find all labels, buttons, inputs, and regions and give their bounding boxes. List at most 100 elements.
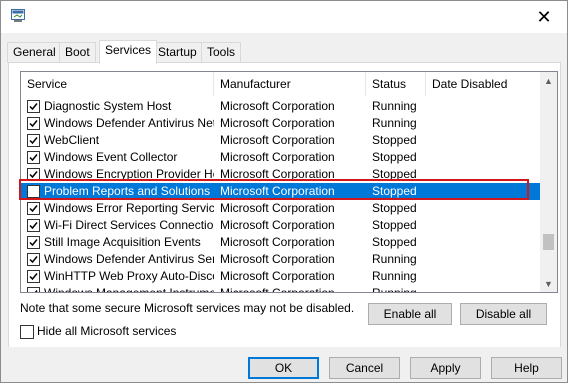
- service-checkbox[interactable]: [27, 270, 40, 283]
- tab-services[interactable]: Services: [99, 40, 158, 64]
- cancel-button[interactable]: Cancel: [329, 357, 400, 379]
- service-name-cell: WinHTTP Web Proxy Auto-Disco...: [44, 269, 214, 283]
- ok-button[interactable]: OK: [248, 357, 319, 379]
- disable-all-button[interactable]: Disable all: [460, 303, 547, 325]
- table-row[interactable]: Diagnostic System Host Microsoft Corporat…: [21, 98, 540, 115]
- table-row[interactable]: Windows Defender Antivirus Net... Microso…: [21, 115, 540, 132]
- service-name-cell: Windows Encryption Provider Ho...: [44, 167, 214, 181]
- tab-startup[interactable]: Startup: [152, 42, 203, 63]
- system-configuration-window: ✕ General Boot Services Startup Tools Se…: [0, 0, 568, 383]
- manufacturer-cell: Microsoft Corporation: [220, 167, 335, 181]
- help-button[interactable]: Help: [491, 357, 562, 379]
- tab-tools[interactable]: Tools: [201, 42, 242, 63]
- manufacturer-cell: Microsoft Corporation: [220, 218, 335, 232]
- date-disabled-cell: [432, 234, 540, 251]
- table-row[interactable]: Windows Event Collector Microsoft Corpora…: [21, 149, 540, 166]
- status-cell: Running: [372, 116, 417, 130]
- scroll-up-arrow[interactable]: ▲: [540, 72, 557, 89]
- service-checkbox[interactable]: [27, 236, 40, 249]
- status-cell: Stopped: [372, 184, 417, 198]
- column-header-date-disabled[interactable]: Date Disabled: [426, 72, 540, 96]
- status-cell: Stopped: [372, 201, 417, 215]
- status-cell: Stopped: [372, 218, 417, 232]
- service-name-cell: Windows Event Collector: [44, 150, 178, 164]
- chevron-up-icon: ▲: [544, 75, 553, 86]
- tab-boot[interactable]: Boot: [59, 42, 96, 63]
- table-row[interactable]: WinHTTP Web Proxy Auto-Disco... Microsoft…: [21, 268, 540, 285]
- manufacturer-cell: Microsoft Corporation: [220, 150, 335, 164]
- manufacturer-cell: Microsoft Corporation: [220, 252, 335, 266]
- chevron-down-icon: ▼: [544, 278, 553, 289]
- services-list[interactable]: Service Manufacturer Status Date Disable…: [20, 71, 558, 293]
- date-disabled-cell: [432, 183, 540, 200]
- manufacturer-cell: Microsoft Corporation: [220, 235, 335, 249]
- status-cell: Running: [372, 99, 417, 113]
- date-disabled-cell: [432, 149, 540, 166]
- vertical-scrollbar[interactable]: ▲ ▼: [540, 72, 557, 292]
- apply-button[interactable]: Apply: [410, 357, 481, 379]
- date-disabled-cell: [432, 98, 540, 115]
- dialog-footer: OK Cancel Apply Help: [1, 347, 567, 382]
- scrollbar-thumb[interactable]: [543, 233, 554, 250]
- table-row[interactable]: Windows Management Instrume... Microsoft …: [21, 285, 540, 293]
- column-header-service[interactable]: Service: [21, 72, 214, 96]
- hide-microsoft-services-label[interactable]: Hide all Microsoft services: [37, 324, 176, 338]
- list-header: Service Manufacturer Status Date Disable…: [21, 72, 540, 96]
- service-name-cell: Windows Error Reporting Service: [44, 201, 214, 215]
- table-row[interactable]: Windows Error Reporting Service Microsoft…: [21, 200, 540, 217]
- status-cell: Stopped: [372, 235, 417, 249]
- scroll-down-arrow[interactable]: ▼: [540, 275, 557, 292]
- table-row[interactable]: Wi-Fi Direct Services Connection... Micro…: [21, 217, 540, 234]
- table-row[interactable]: Problem Reports and Solutions C... Micros…: [21, 183, 540, 200]
- column-header-manufacturer[interactable]: Manufacturer: [214, 72, 366, 96]
- status-cell: Running: [372, 269, 417, 283]
- manufacturer-cell: Microsoft Corporation: [220, 201, 335, 215]
- service-name-cell: Windows Defender Antivirus Net...: [44, 116, 214, 130]
- service-checkbox[interactable]: [27, 185, 40, 198]
- service-name-cell: Windows Defender Antivirus Ser...: [44, 252, 214, 266]
- date-disabled-cell: [432, 132, 540, 149]
- table-row[interactable]: Still Image Acquisition Events Microsoft …: [21, 234, 540, 251]
- manufacturer-cell: Microsoft Corporation: [220, 116, 335, 130]
- status-cell: Stopped: [372, 133, 417, 147]
- manufacturer-cell: Microsoft Corporation: [220, 133, 335, 147]
- status-cell: Running: [372, 252, 417, 266]
- title-bar[interactable]: ✕: [1, 1, 567, 33]
- manufacturer-cell: Microsoft Corporation: [220, 269, 335, 283]
- service-checkbox[interactable]: [27, 117, 40, 130]
- service-checkbox[interactable]: [27, 134, 40, 147]
- date-disabled-cell: [432, 200, 540, 217]
- date-disabled-cell: [432, 268, 540, 285]
- enable-all-button[interactable]: Enable all: [368, 303, 452, 325]
- service-name-cell: Problem Reports and Solutions C...: [44, 184, 214, 198]
- secure-services-note: Note that some secure Microsoft services…: [20, 301, 355, 315]
- manufacturer-cell: Microsoft Corporation: [220, 99, 335, 113]
- status-cell: Running: [372, 286, 417, 293]
- table-row[interactable]: Windows Encryption Provider Ho... Microso…: [21, 166, 540, 183]
- manufacturer-cell: Microsoft Corporation: [220, 184, 335, 198]
- tab-general[interactable]: General: [7, 42, 62, 63]
- hide-microsoft-services-checkbox[interactable]: [20, 325, 34, 339]
- service-name-cell: WebClient: [44, 133, 100, 147]
- service-checkbox[interactable]: [27, 151, 40, 164]
- column-header-status[interactable]: Status: [366, 72, 426, 96]
- table-row[interactable]: WebClient Microsoft Corporation Stopped: [21, 132, 540, 149]
- manufacturer-cell: Microsoft Corporation: [220, 286, 335, 293]
- service-name-cell: Still Image Acquisition Events: [44, 235, 201, 249]
- table-row[interactable]: Windows Defender Antivirus Ser... Microso…: [21, 251, 540, 268]
- close-button[interactable]: ✕: [521, 1, 567, 33]
- service-checkbox[interactable]: [27, 202, 40, 215]
- msconfig-app-icon: [11, 9, 25, 22]
- service-checkbox[interactable]: [27, 253, 40, 266]
- service-checkbox[interactable]: [27, 100, 40, 113]
- service-name-cell: Diagnostic System Host: [44, 99, 172, 113]
- service-checkbox[interactable]: [27, 168, 40, 181]
- date-disabled-cell: [432, 217, 540, 234]
- close-icon: ✕: [536, 6, 552, 27]
- service-checkbox[interactable]: [27, 219, 40, 232]
- service-checkbox[interactable]: [27, 287, 40, 292]
- date-disabled-cell: [432, 251, 540, 268]
- date-disabled-cell: [432, 115, 540, 132]
- status-cell: Stopped: [372, 150, 417, 164]
- date-disabled-cell: [432, 285, 540, 292]
